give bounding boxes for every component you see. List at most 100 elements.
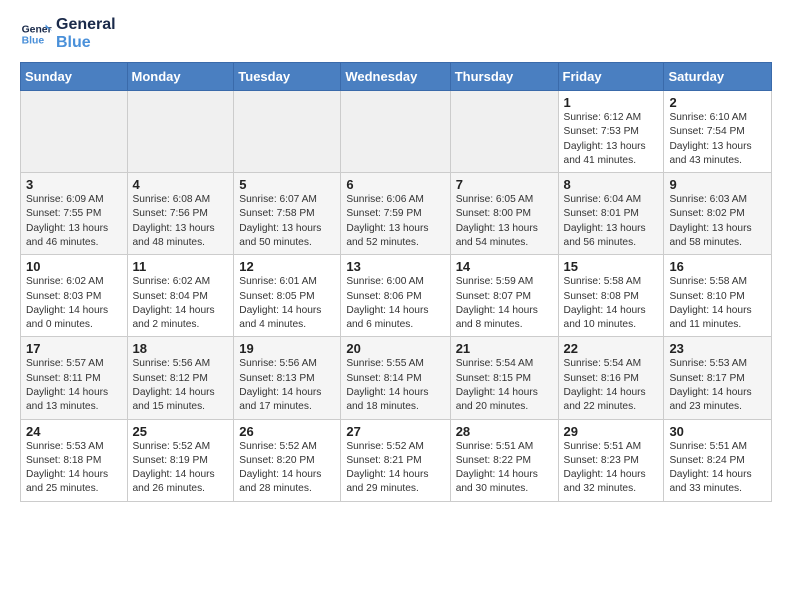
day-number: 13 [346, 259, 444, 274]
daylight-hours-value: and 13 minutes. [26, 400, 122, 414]
daylight-hours-value: and 32 minutes. [564, 482, 659, 496]
day-number: 11 [133, 259, 229, 274]
daylight-hours-label: Daylight: 14 hours [346, 304, 444, 318]
svg-text:General: General [22, 24, 52, 35]
day-number: 22 [564, 341, 659, 356]
sunset-info: Sunset: 8:20 PM [239, 454, 335, 468]
daylight-hours-label: Daylight: 14 hours [456, 304, 553, 318]
sunrise-info: Sunrise: 5:52 AM [133, 440, 229, 454]
sunrise-info: Sunrise: 6:05 AM [456, 193, 553, 207]
sunset-info: Sunset: 8:17 PM [669, 372, 766, 386]
calendar-day-13: 13Sunrise: 6:00 AMSunset: 8:06 PMDayligh… [341, 255, 450, 337]
weekday-header-saturday: Saturday [664, 63, 772, 91]
daylight-hours-label: Daylight: 13 hours [564, 140, 659, 154]
sunrise-info: Sunrise: 6:06 AM [346, 193, 444, 207]
sunrise-info: Sunrise: 6:09 AM [26, 193, 122, 207]
daylight-hours-label: Daylight: 14 hours [669, 304, 766, 318]
sunrise-info: Sunrise: 5:52 AM [239, 440, 335, 454]
sunrise-info: Sunrise: 5:58 AM [669, 275, 766, 289]
day-number: 30 [669, 424, 766, 439]
calendar-week-row: 1Sunrise: 6:12 AMSunset: 7:53 PMDaylight… [21, 91, 772, 173]
calendar-day-7: 7Sunrise: 6:05 AMSunset: 8:00 PMDaylight… [450, 173, 558, 255]
daylight-hours-value: and 54 minutes. [456, 236, 553, 250]
sunset-info: Sunset: 8:04 PM [133, 290, 229, 304]
daylight-hours-value: and 48 minutes. [133, 236, 229, 250]
calendar-empty-cell [127, 91, 234, 173]
daylight-hours-label: Daylight: 14 hours [133, 468, 229, 482]
daylight-hours-value: and 43 minutes. [669, 154, 766, 168]
day-number: 21 [456, 341, 553, 356]
daylight-hours-label: Daylight: 14 hours [669, 386, 766, 400]
daylight-hours-value: and 6 minutes. [346, 318, 444, 332]
calendar-week-row: 17Sunrise: 5:57 AMSunset: 8:11 PMDayligh… [21, 337, 772, 419]
daylight-hours-label: Daylight: 14 hours [346, 386, 444, 400]
day-number: 10 [26, 259, 122, 274]
daylight-hours-value: and 56 minutes. [564, 236, 659, 250]
weekday-header-wednesday: Wednesday [341, 63, 450, 91]
day-number: 29 [564, 424, 659, 439]
calendar-day-4: 4Sunrise: 6:08 AMSunset: 7:56 PMDaylight… [127, 173, 234, 255]
calendar-day-20: 20Sunrise: 5:55 AMSunset: 8:14 PMDayligh… [341, 337, 450, 419]
day-number: 28 [456, 424, 553, 439]
daylight-hours-label: Daylight: 14 hours [26, 386, 122, 400]
calendar-day-10: 10Sunrise: 6:02 AMSunset: 8:03 PMDayligh… [21, 255, 128, 337]
sunrise-info: Sunrise: 5:53 AM [26, 440, 122, 454]
daylight-hours-label: Daylight: 14 hours [564, 304, 659, 318]
daylight-hours-label: Daylight: 14 hours [346, 468, 444, 482]
sunset-info: Sunset: 7:56 PM [133, 207, 229, 221]
day-number: 20 [346, 341, 444, 356]
calendar-day-2: 2Sunrise: 6:10 AMSunset: 7:54 PMDaylight… [664, 91, 772, 173]
sunrise-info: Sunrise: 5:51 AM [564, 440, 659, 454]
sunrise-info: Sunrise: 5:52 AM [346, 440, 444, 454]
daylight-hours-value: and 2 minutes. [133, 318, 229, 332]
daylight-hours-value: and 33 minutes. [669, 482, 766, 496]
calendar-empty-cell [450, 91, 558, 173]
sunrise-info: Sunrise: 6:02 AM [133, 275, 229, 289]
sunset-info: Sunset: 8:24 PM [669, 454, 766, 468]
day-number: 2 [669, 95, 766, 110]
day-number: 23 [669, 341, 766, 356]
daylight-hours-value: and 23 minutes. [669, 400, 766, 414]
logo-text: General Blue [56, 16, 116, 52]
daylight-hours-value: and 8 minutes. [456, 318, 553, 332]
daylight-hours-value: and 50 minutes. [239, 236, 335, 250]
daylight-hours-value: and 10 minutes. [564, 318, 659, 332]
day-number: 5 [239, 177, 335, 192]
weekday-header-sunday: Sunday [21, 63, 128, 91]
calendar-day-8: 8Sunrise: 6:04 AMSunset: 8:01 PMDaylight… [558, 173, 664, 255]
day-number: 26 [239, 424, 335, 439]
daylight-hours-value: and 17 minutes. [239, 400, 335, 414]
calendar-day-5: 5Sunrise: 6:07 AMSunset: 7:58 PMDaylight… [234, 173, 341, 255]
daylight-hours-value: and 15 minutes. [133, 400, 229, 414]
sunset-info: Sunset: 8:08 PM [564, 290, 659, 304]
day-number: 19 [239, 341, 335, 356]
calendar-day-11: 11Sunrise: 6:02 AMSunset: 8:04 PMDayligh… [127, 255, 234, 337]
daylight-hours-label: Daylight: 14 hours [564, 468, 659, 482]
sunrise-info: Sunrise: 6:10 AM [669, 111, 766, 125]
daylight-hours-label: Daylight: 14 hours [26, 304, 122, 318]
weekday-header-monday: Monday [127, 63, 234, 91]
daylight-hours-value: and 29 minutes. [346, 482, 444, 496]
daylight-hours-label: Daylight: 14 hours [133, 386, 229, 400]
day-number: 24 [26, 424, 122, 439]
sunset-info: Sunset: 8:14 PM [346, 372, 444, 386]
day-number: 14 [456, 259, 553, 274]
calendar-empty-cell [234, 91, 341, 173]
daylight-hours-value: and 11 minutes. [669, 318, 766, 332]
calendar-day-30: 30Sunrise: 5:51 AMSunset: 8:24 PMDayligh… [664, 419, 772, 501]
daylight-hours-label: Daylight: 13 hours [669, 140, 766, 154]
weekday-header-tuesday: Tuesday [234, 63, 341, 91]
daylight-hours-label: Daylight: 14 hours [239, 386, 335, 400]
daylight-hours-label: Daylight: 14 hours [456, 468, 553, 482]
calendar-day-23: 23Sunrise: 5:53 AMSunset: 8:17 PMDayligh… [664, 337, 772, 419]
calendar-day-19: 19Sunrise: 5:56 AMSunset: 8:13 PMDayligh… [234, 337, 341, 419]
sunset-info: Sunset: 8:10 PM [669, 290, 766, 304]
day-number: 1 [564, 95, 659, 110]
sunset-info: Sunset: 8:13 PM [239, 372, 335, 386]
daylight-hours-label: Daylight: 14 hours [133, 304, 229, 318]
sunset-info: Sunset: 8:19 PM [133, 454, 229, 468]
daylight-hours-label: Daylight: 13 hours [456, 222, 553, 236]
sunrise-info: Sunrise: 6:12 AM [564, 111, 659, 125]
calendar-day-17: 17Sunrise: 5:57 AMSunset: 8:11 PMDayligh… [21, 337, 128, 419]
calendar-day-18: 18Sunrise: 5:56 AMSunset: 8:12 PMDayligh… [127, 337, 234, 419]
